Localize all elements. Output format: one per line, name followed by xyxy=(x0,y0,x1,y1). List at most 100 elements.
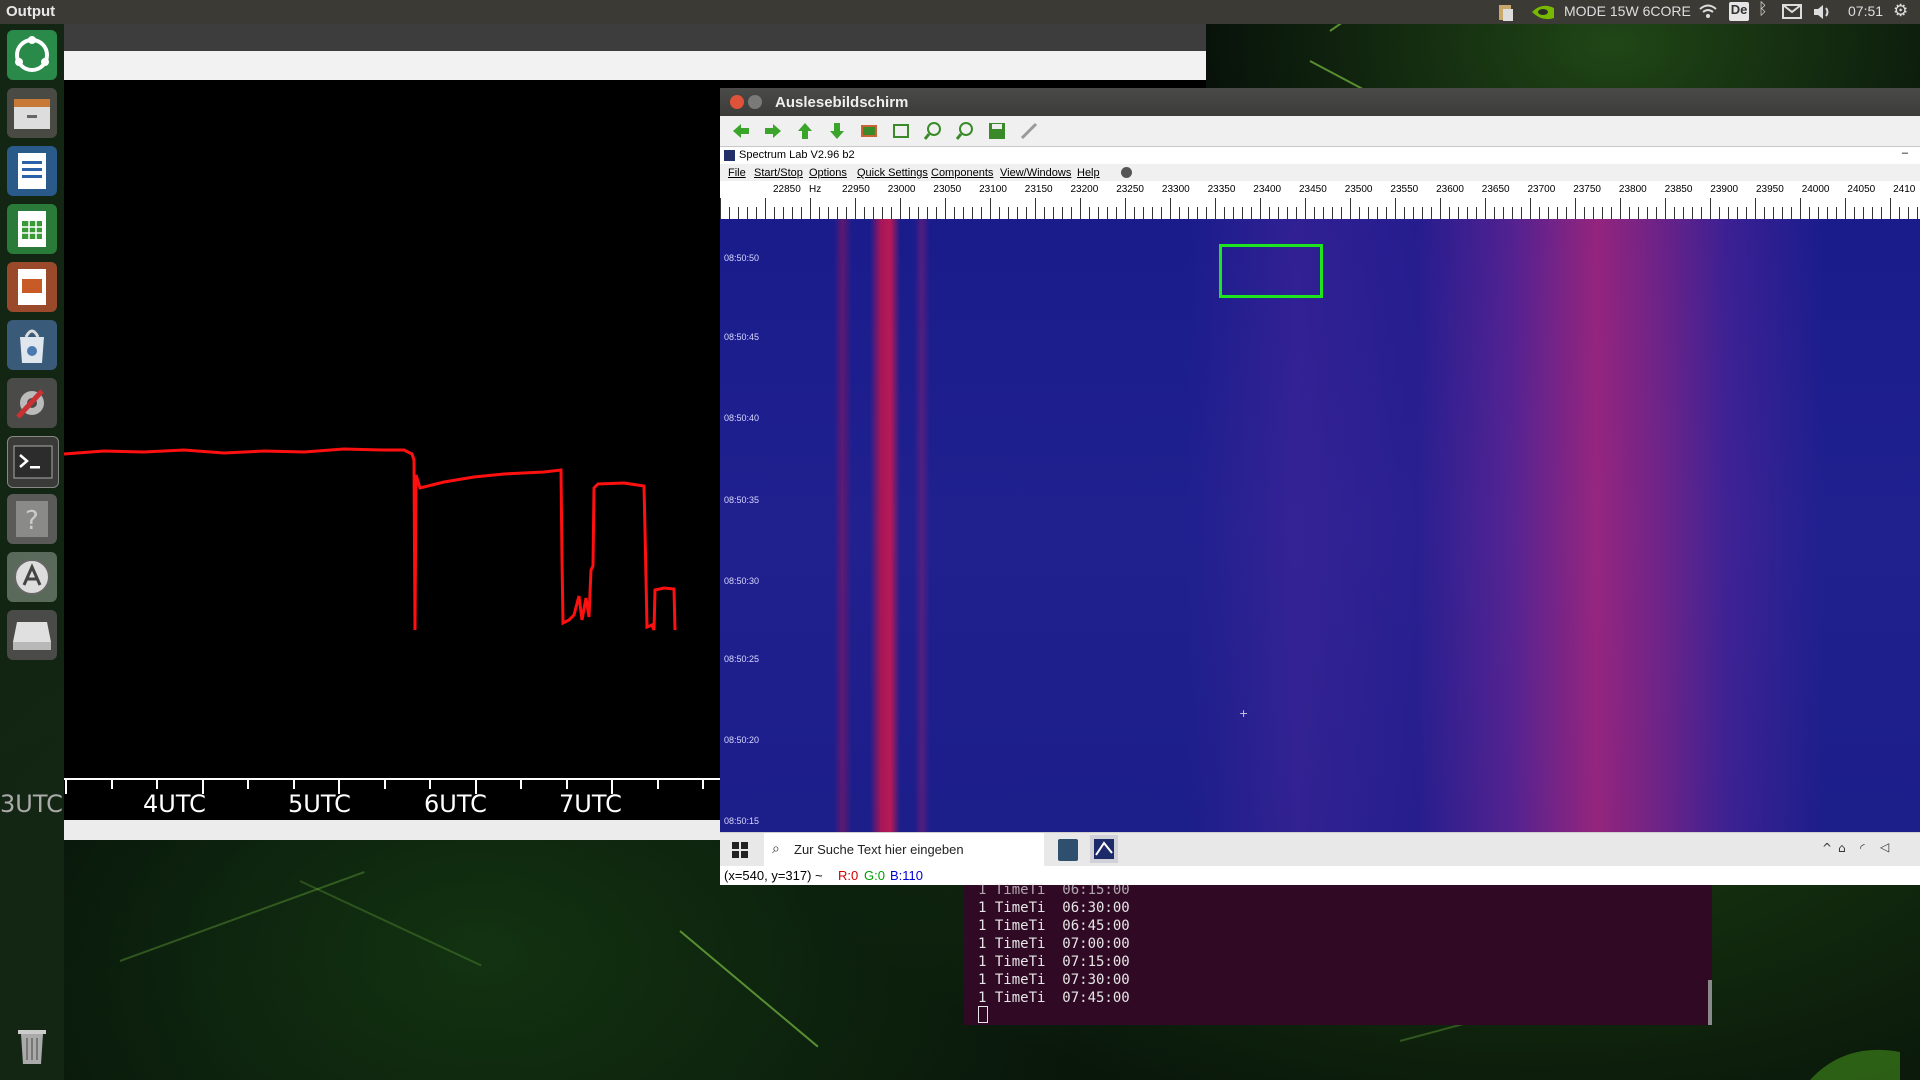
tray-chevron-icon[interactable]: ^ xyxy=(1822,841,1832,855)
pixel-blue-value: B:110 xyxy=(890,868,924,883)
volume-icon[interactable] xyxy=(1812,3,1834,24)
frequency-label: 2410 xyxy=(1893,184,1916,195)
keyboard-layout-indicator[interactable]: De xyxy=(1729,2,1749,21)
power-mode-indicator[interactable]: MODE 15W 6CORE xyxy=(1564,3,1691,19)
svg-text:?: ? xyxy=(25,506,39,536)
mail-icon[interactable] xyxy=(1782,4,1802,22)
active-app-title: Output xyxy=(6,3,56,20)
frequency-tick xyxy=(963,207,964,219)
brush-icon[interactable] xyxy=(1018,121,1040,141)
frequency-label: 23800 xyxy=(1618,184,1647,195)
time-axis-tick xyxy=(65,780,67,794)
windows-start-icon[interactable] xyxy=(732,842,748,862)
wallpaper-streak xyxy=(299,880,482,967)
tray-wifi-icon[interactable]: ◜ xyxy=(1860,841,1865,855)
window-title: Auslesebildschirm xyxy=(775,94,909,111)
spectrum-lab-taskbar-icon[interactable] xyxy=(1090,835,1118,863)
signal-trace-plot xyxy=(64,447,677,631)
spectrogram-waterfall[interactable]: 08:50:50 08:50:45 08:50:40 08:50:35 08:5… xyxy=(720,219,1920,832)
frequency-tick xyxy=(1710,198,1711,219)
tray-network-icon[interactable]: ⌂ xyxy=(1838,841,1846,855)
menu-options[interactable]: Options xyxy=(809,167,847,179)
frequency-tick xyxy=(1638,207,1639,219)
frequency-tick xyxy=(783,207,784,219)
wifi-icon[interactable] xyxy=(1698,2,1718,23)
time-label: 08:50:35 xyxy=(724,495,760,505)
frequency-tick xyxy=(1575,198,1576,219)
nvidia-logo-icon xyxy=(1810,1049,1900,1080)
system-settings-button[interactable] xyxy=(7,378,57,428)
frequency-tick xyxy=(1395,198,1396,219)
frequency-tick xyxy=(1404,207,1405,219)
frequency-tick xyxy=(855,198,856,219)
fit-window-icon[interactable] xyxy=(890,121,912,141)
frequency-tick xyxy=(1197,207,1198,219)
zoom-in-icon[interactable] xyxy=(922,121,944,141)
menu-file[interactable]: File xyxy=(728,167,746,179)
files-launcher-button[interactable] xyxy=(7,88,57,138)
frequency-tick xyxy=(738,207,739,219)
search-placeholder: Zur Suche Text hier eingeben xyxy=(794,842,964,857)
frequency-tick xyxy=(1008,207,1009,219)
clipboard-icon[interactable] xyxy=(1496,2,1516,25)
menu-view-windows[interactable]: View/Windows xyxy=(1000,167,1071,179)
forward-arrow-icon[interactable] xyxy=(762,121,784,141)
bluetooth-icon[interactable]: ᛒ xyxy=(1758,1,1768,19)
impress-launcher-button[interactable] xyxy=(7,262,57,312)
frequency-tick xyxy=(1044,207,1045,219)
frequency-label: 23750 xyxy=(1573,184,1601,195)
drive-launcher-button[interactable] xyxy=(7,610,57,660)
writer-launcher-button[interactable] xyxy=(7,146,57,196)
nvidia-icon[interactable] xyxy=(1530,2,1556,25)
down-arrow-icon[interactable] xyxy=(826,121,848,141)
calc-launcher-button[interactable] xyxy=(7,204,57,254)
frequency-tick xyxy=(819,207,820,219)
settings-gear-icon[interactable]: ⚙ xyxy=(1893,1,1908,21)
time-axis-tick xyxy=(429,780,431,789)
software-center-button[interactable] xyxy=(7,320,57,370)
viewer-toolbar xyxy=(720,116,1920,147)
menu-start-stop[interactable]: Start/Stop xyxy=(754,167,803,179)
help-launcher-button[interactable]: ? xyxy=(7,494,57,544)
frequency-tick xyxy=(1485,198,1486,219)
back-arrow-icon[interactable] xyxy=(730,121,752,141)
image-icon[interactable] xyxy=(858,121,880,141)
taskbar-search-box[interactable]: ⌕ Zur Suche Text hier eingeben xyxy=(764,833,1044,867)
signal-trace-line xyxy=(64,447,677,631)
frequency-tick xyxy=(864,207,865,219)
presentation-icon xyxy=(18,269,46,305)
time-axis-tick xyxy=(247,780,249,789)
record-indicator-icon[interactable] xyxy=(1121,167,1132,178)
spectrum-window-titlebar[interactable]: Auslesebildschirm xyxy=(720,88,1920,116)
menu-quick-settings[interactable]: Quick Settings xyxy=(857,167,928,179)
trash-button[interactable] xyxy=(7,1020,57,1070)
tray-volume-icon[interactable]: ◁ xyxy=(1880,840,1889,854)
clock[interactable]: 07:51 xyxy=(1848,3,1883,19)
terminal-launcher-button[interactable] xyxy=(7,436,59,488)
calculator-taskbar-icon[interactable] xyxy=(1058,839,1078,861)
wallpaper-streak xyxy=(119,871,365,962)
time-label: 08:50:40 xyxy=(724,413,760,423)
frequency-tick xyxy=(1791,207,1792,219)
software-updater-button[interactable] xyxy=(7,552,57,602)
frequency-tick xyxy=(828,207,829,219)
frequency-tick xyxy=(1620,198,1621,219)
up-arrow-icon[interactable] xyxy=(794,121,816,141)
terminal-window[interactable]: 1 TimeTi 06:15:00 1 TimeTi 06:30:00 1 Ti… xyxy=(964,882,1712,1025)
dash-home-button[interactable] xyxy=(7,30,57,80)
update-icon xyxy=(14,559,50,595)
spectrum-lab-minimize-button[interactable]: – xyxy=(1902,147,1908,159)
cursor-crosshair-icon: + xyxy=(1239,707,1249,720)
minimize-button[interactable] xyxy=(748,95,762,109)
frequency-label: 23900 xyxy=(1710,184,1739,195)
close-button[interactable] xyxy=(730,95,744,109)
frequency-tick xyxy=(891,207,892,219)
frequency-tick xyxy=(756,207,757,219)
zoom-out-icon[interactable] xyxy=(954,121,976,141)
pixel-info-statusbar: (x=540, y=317) ~ R:0 G:0 B:110 xyxy=(720,866,1920,885)
save-icon[interactable] xyxy=(986,121,1008,141)
terminal-scrollbar[interactable] xyxy=(1708,980,1712,1025)
frequency-label: 24000 xyxy=(1801,184,1830,195)
menu-components[interactable]: Components xyxy=(931,167,993,179)
menu-help[interactable]: Help xyxy=(1077,167,1100,179)
